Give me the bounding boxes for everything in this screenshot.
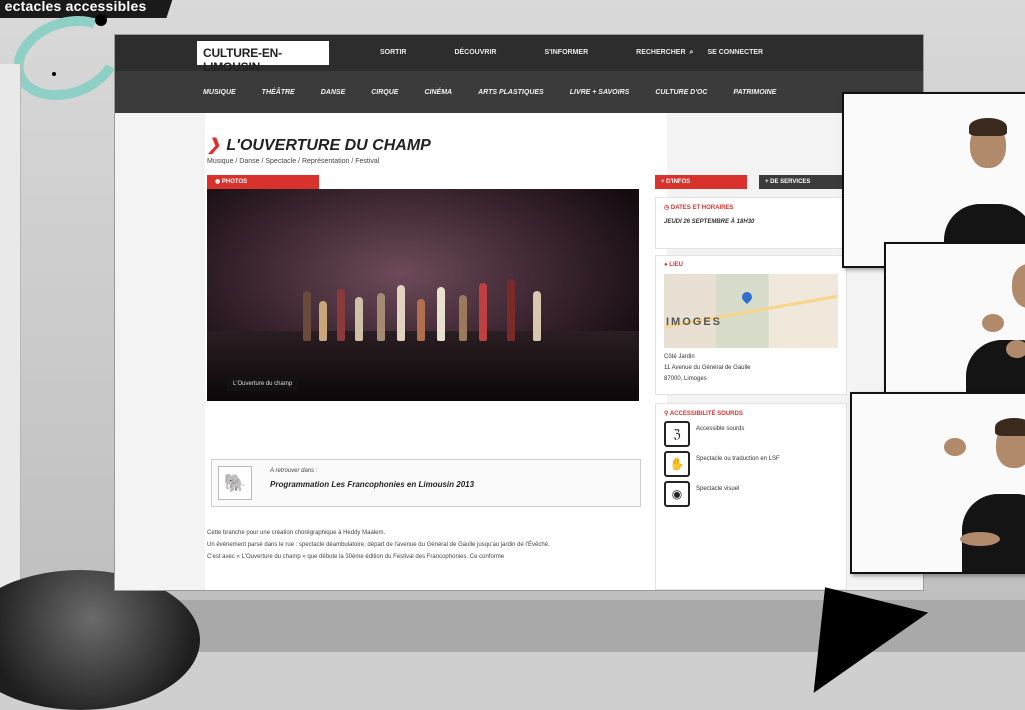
top-bar: CULTURE-EN-LIMOUSIN SORTIR DÉCOUVRIR S'I… bbox=[115, 35, 923, 74]
map-city-label: IMOGES bbox=[666, 316, 723, 328]
lieu-header-text: LIEU bbox=[669, 262, 683, 268]
dancer-figure bbox=[437, 287, 445, 341]
cat-cinema[interactable]: CINÉMA bbox=[424, 89, 452, 96]
clock-icon: ◷ bbox=[664, 205, 671, 211]
photos-tab-label: PHOTOS bbox=[221, 179, 248, 185]
related-title[interactable]: Programmation Les Francophonies en Limou… bbox=[270, 480, 474, 489]
address: Côté Jardin 11 Avenue du Général de Gaul… bbox=[656, 348, 846, 385]
page-subtitle: Musique / Danse / Spectacle / Représenta… bbox=[207, 158, 380, 165]
infos-button[interactable]: + D'INFOS bbox=[655, 175, 747, 189]
top-nav: SORTIR DÉCOUVRIR S'INFORMER RECHERCHER ⌕… bbox=[380, 35, 763, 71]
cat-arts[interactable]: ARTS PLASTIQUES bbox=[478, 89, 544, 96]
cat-culture-doc[interactable]: CULTURE D'OC bbox=[655, 89, 707, 96]
access-item: ◉ Spectacle visuel bbox=[656, 477, 846, 507]
dancer-figure bbox=[319, 301, 327, 341]
cat-livre[interactable]: LIVRE + SAVOIRS bbox=[570, 89, 630, 96]
elephant-icon: 🐘 bbox=[218, 466, 252, 500]
signer-hand bbox=[960, 532, 1000, 546]
nav-connect[interactable]: SE CONNECTER bbox=[707, 35, 763, 71]
description-line: Un événement parsé dans le rue : spectac… bbox=[207, 542, 550, 548]
event-description: Cette branche pour une création chorégra… bbox=[207, 527, 657, 563]
address-line: 11 Avenue du Général de Gaulle bbox=[664, 365, 751, 371]
dancer-figure bbox=[507, 279, 515, 341]
dancer-figure bbox=[533, 291, 541, 341]
dancer-figure bbox=[355, 297, 363, 341]
accessibility-header: ⚲ ACCESSIBILITÉ SOURDS bbox=[656, 404, 846, 417]
left-panel bbox=[0, 64, 21, 604]
nav-sortir[interactable]: SORTIR bbox=[380, 35, 406, 71]
dancer-figure bbox=[417, 299, 425, 341]
nav-rechercher[interactable]: RECHERCHER bbox=[636, 35, 685, 71]
site-logo-text: CULTURE-EN-LIMOUSIN bbox=[203, 46, 282, 74]
dancer-figure bbox=[459, 295, 467, 341]
photo-caption: L'Ouverture du champ bbox=[227, 377, 299, 391]
dancer-figure bbox=[337, 289, 345, 341]
signer-hair bbox=[995, 418, 1025, 436]
infos-button-label: + D'INFOS bbox=[661, 179, 691, 185]
access-item: ℨ Accessible sourds bbox=[656, 417, 846, 447]
signer-hand bbox=[982, 314, 1004, 332]
sidebar: + D'INFOS + DE SERVICES ◷ DATES ET HORAI… bbox=[655, 175, 847, 590]
address-line: 87000, Limoges bbox=[664, 376, 707, 382]
lieu-header: ● LIEU bbox=[656, 256, 846, 268]
services-button[interactable]: + DE SERVICES bbox=[759, 175, 847, 189]
related-program[interactable]: 🐘 A retrouver dans : Programmation Les F… bbox=[211, 459, 641, 507]
signer-hand bbox=[1006, 340, 1025, 358]
map-pin-icon[interactable] bbox=[739, 289, 755, 305]
dates-card: ◷ DATES ET HORAIRES JEUDI 26 SEPTEMBRE À… bbox=[655, 197, 847, 249]
dancer-figure bbox=[479, 283, 487, 341]
access-item: ✋ Spectacle ou traduction en LSF bbox=[656, 447, 846, 477]
dot-small-icon bbox=[52, 72, 56, 76]
nav-sinformer[interactable]: S'INFORMER bbox=[544, 35, 588, 71]
signer-hair bbox=[969, 118, 1007, 136]
signer-hand bbox=[944, 438, 966, 456]
description-line: C'est avec « L'Ouverture du champ » que … bbox=[207, 554, 505, 560]
access-item-label: Accessible sourds bbox=[696, 426, 745, 432]
event-photo[interactable]: L'Ouverture du champ bbox=[207, 189, 639, 401]
cat-musique[interactable]: MUSIQUE bbox=[203, 89, 236, 96]
accessibility-card: ⚲ ACCESSIBILITÉ SOURDS ℨ Accessible sourd… bbox=[655, 403, 847, 590]
corner-banner-text: ectacles accessibles bbox=[4, 0, 147, 14]
page-title-text: L'OUVERTURE DU CHAMP bbox=[226, 137, 431, 154]
dancer-figure bbox=[303, 291, 311, 341]
dates-value: JEUDI 26 SEPTEMBRE À 18H30 bbox=[664, 219, 755, 225]
category-bar: MUSIQUE THÉÂTRE DANSE CIRQUE CINÉMA ARTS… bbox=[115, 71, 923, 113]
cat-patrimoine[interactable]: PATRIMOINE bbox=[733, 89, 776, 96]
sign-language-icon: ✋ bbox=[664, 451, 690, 477]
content-area: ❯ L'OUVERTURE DU CHAMP Musique / Danse / … bbox=[115, 113, 923, 590]
location-map[interactable]: IMOGES bbox=[664, 274, 838, 348]
dancer-figure bbox=[377, 293, 385, 341]
cat-theatre[interactable]: THÉÂTRE bbox=[262, 89, 295, 96]
eye-icon: ◉ bbox=[664, 481, 690, 507]
dates-header: ◷ DATES ET HORAIRES bbox=[656, 198, 846, 211]
website-screen: CULTURE-EN-LIMOUSIN SORTIR DÉCOUVRIR S'I… bbox=[115, 35, 923, 590]
dancer-figure bbox=[397, 285, 405, 341]
dot-icon bbox=[95, 14, 107, 26]
chevron-right-icon: ❯ bbox=[207, 137, 221, 154]
page-title: ❯ L'OUVERTURE DU CHAMP bbox=[207, 135, 431, 155]
cat-cirque[interactable]: CIRQUE bbox=[371, 89, 398, 96]
signer-photo-2 bbox=[884, 242, 1025, 396]
access-item-label: Spectacle visuel bbox=[696, 486, 740, 492]
photos-tab[interactable]: ◉ PHOTOS bbox=[207, 175, 319, 189]
related-pre: A retrouver dans : bbox=[270, 468, 318, 474]
nav-decouvrir[interactable]: DÉCOUVRIR bbox=[454, 35, 496, 71]
accessibility-header-text: ACCESSIBILITÉ SOURDS bbox=[669, 411, 743, 417]
cat-danse[interactable]: DANSE bbox=[321, 89, 346, 96]
signer-photo-3 bbox=[850, 392, 1025, 574]
access-item-label: Spectacle ou traduction en LSF bbox=[696, 456, 780, 462]
dates-header-text: DATES ET HORAIRES bbox=[670, 205, 734, 211]
search-icon[interactable]: ⌕ bbox=[690, 35, 694, 71]
description-line: Cette branche pour une création chorégra… bbox=[207, 530, 386, 536]
deaf-ear-icon: ℨ bbox=[664, 421, 690, 447]
site-logo[interactable]: CULTURE-EN-LIMOUSIN bbox=[197, 41, 329, 74]
address-line: Côté Jardin bbox=[664, 354, 695, 360]
camera-icon: ◉ bbox=[215, 179, 222, 185]
services-button-label: + DE SERVICES bbox=[765, 179, 811, 185]
lieu-card: ● LIEU IMOGES Côté Jardin 11 Avenue du G… bbox=[655, 255, 847, 395]
